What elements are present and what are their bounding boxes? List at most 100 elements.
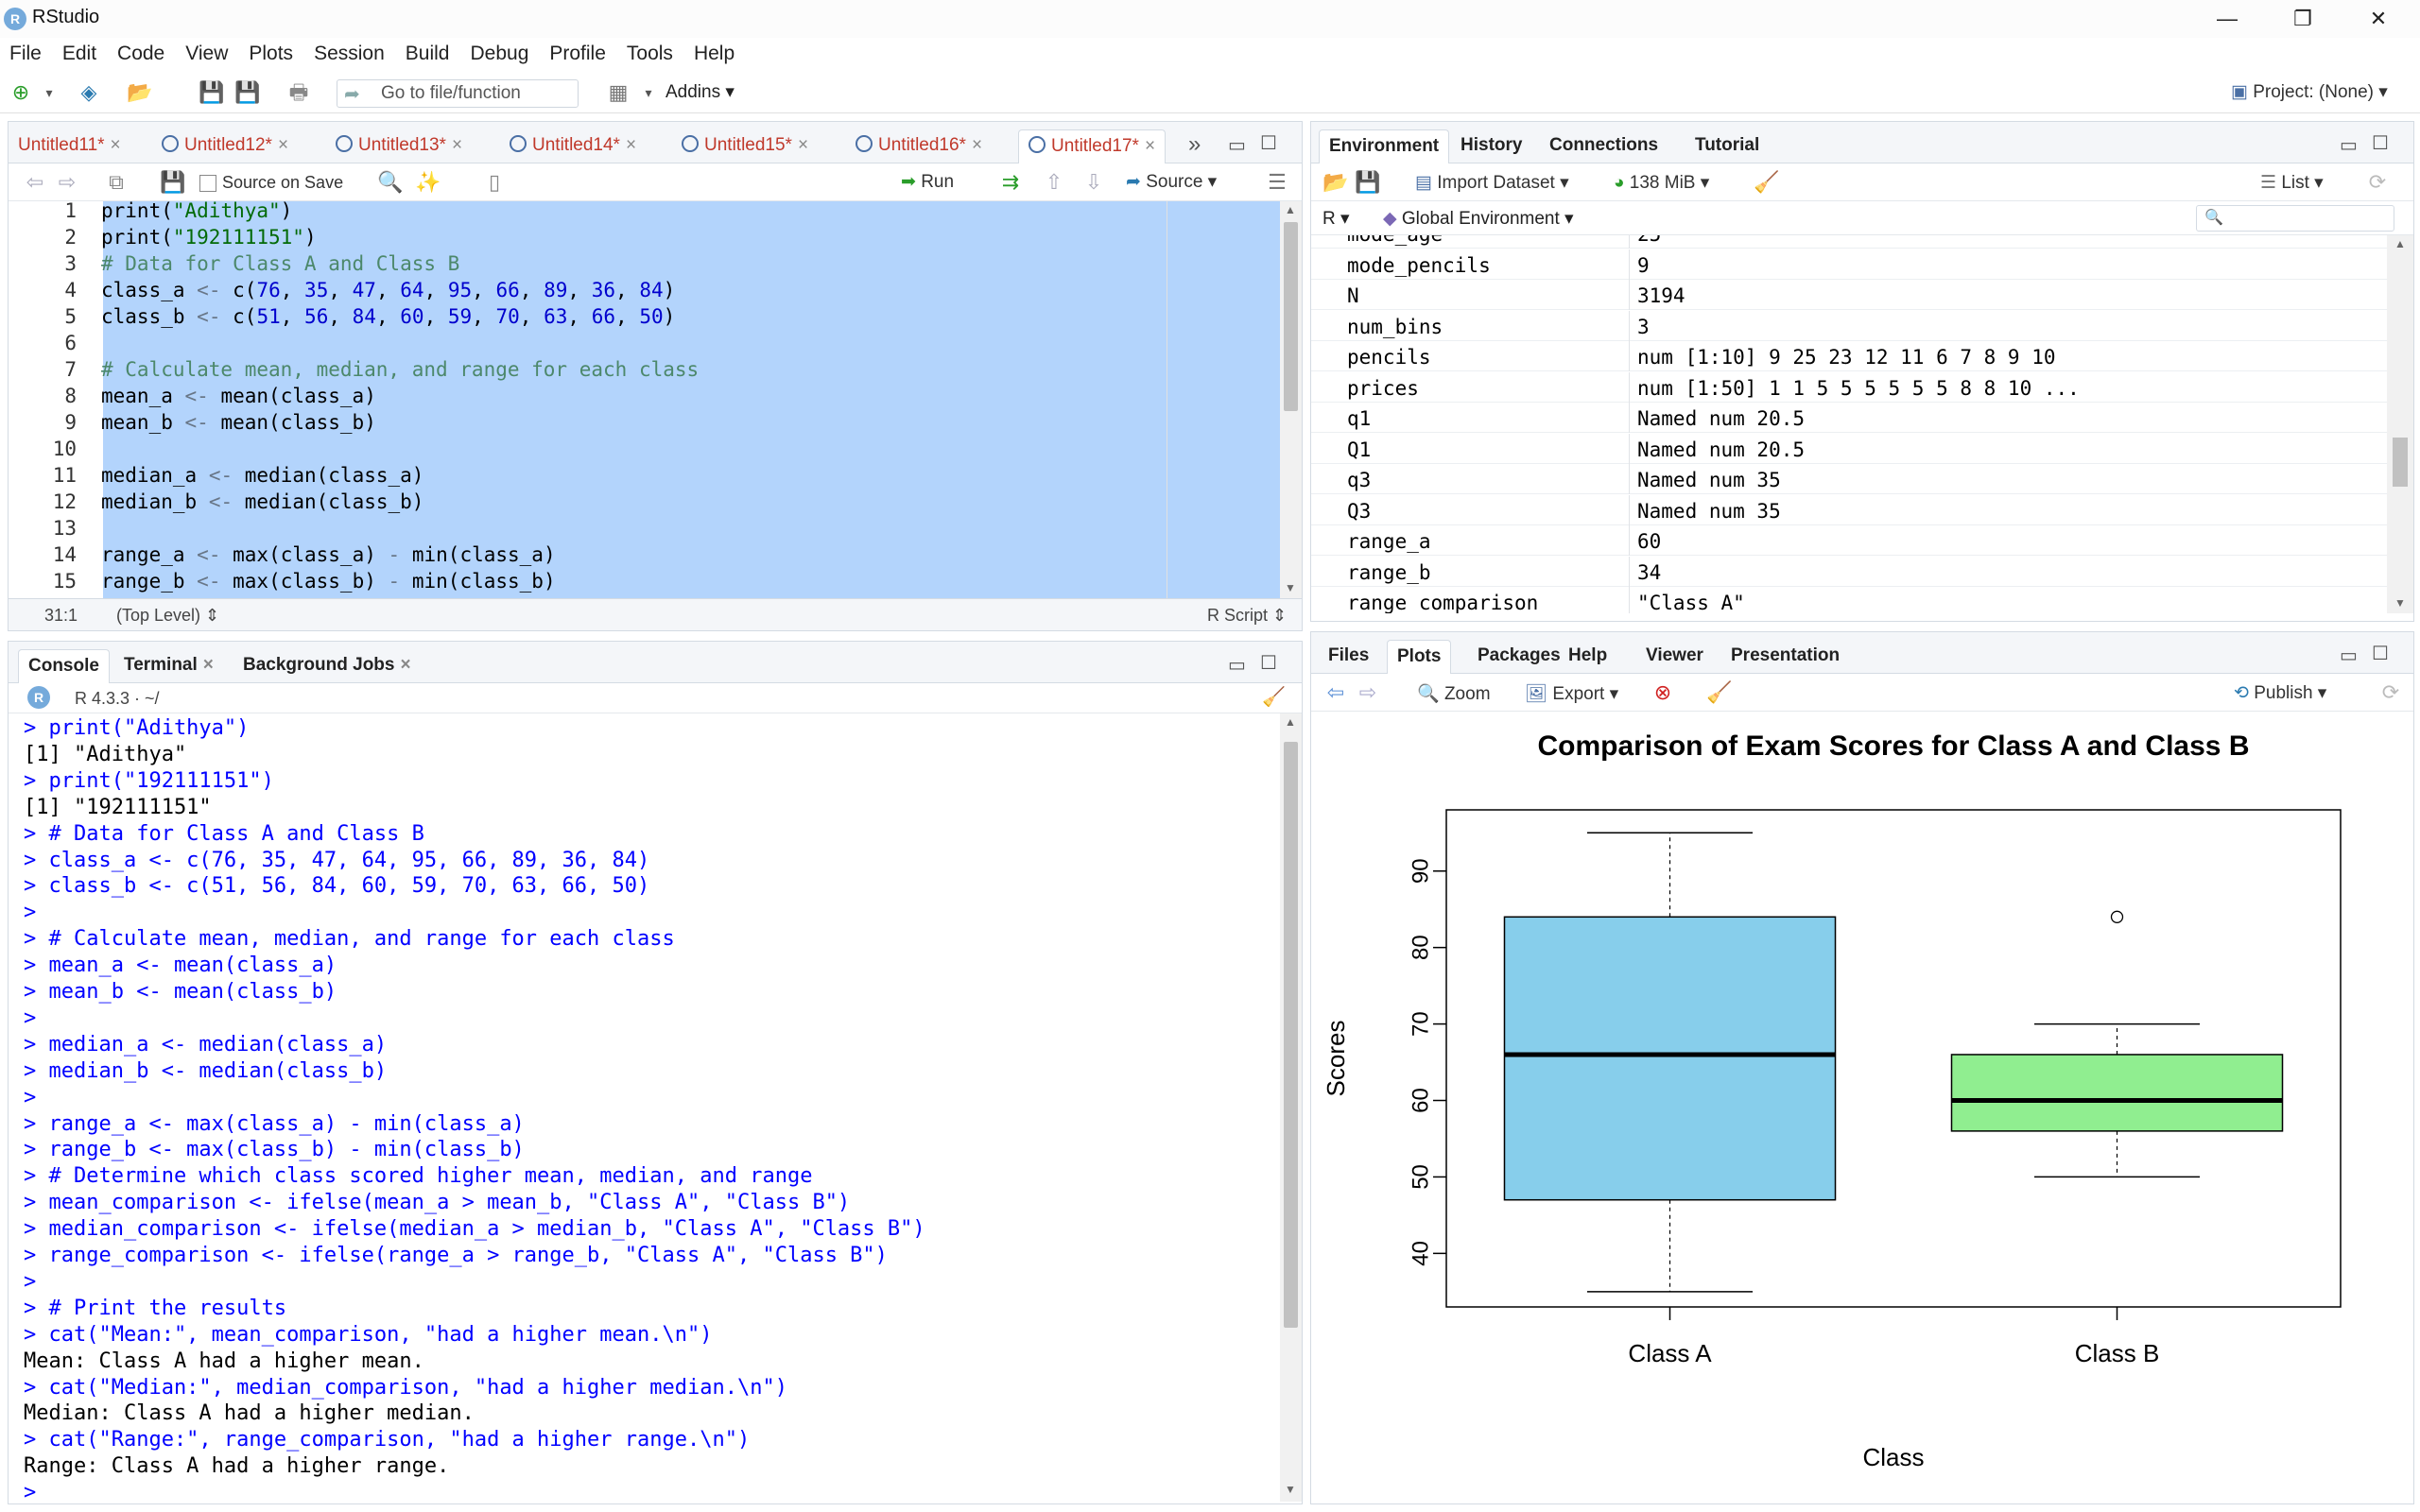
menu-view[interactable]: View <box>185 43 228 65</box>
previous-plot-icon[interactable]: ⇦ <box>1322 679 1349 706</box>
env-row[interactable]: mode_age 25 <box>1311 235 2387 249</box>
new-project-icon[interactable]: ◈ <box>76 79 102 106</box>
menu-profile[interactable]: Profile <box>549 43 606 65</box>
clear-plots-broom-icon[interactable]: 🧹 <box>1706 679 1733 706</box>
env-row[interactable]: pencils num [1:10] 9 25 23 12 11 6 7 8 9 … <box>1311 341 2387 371</box>
addins-menu[interactable]: Addins ▾ <box>666 81 735 103</box>
project-menu[interactable]: ▣ Project: (None) ▾ <box>2231 81 2388 103</box>
close-tab-icon[interactable]: × <box>278 135 288 155</box>
editor-tab-untitled16[interactable]: Untitled16* × <box>846 129 992 163</box>
minimize-window-button[interactable]: — <box>2189 0 2265 38</box>
show-in-window-icon[interactable]: ⧉ <box>103 169 130 196</box>
console-scroll-up-icon[interactable]: ▲ <box>1285 715 1296 729</box>
maximize-pane-icon[interactable]: ☐ <box>1260 131 1277 155</box>
clear-workspace-broom-icon[interactable]: 🧹 <box>1754 169 1780 196</box>
new-file-icon[interactable]: ⊕ <box>8 79 34 106</box>
publish-button[interactable]: ⟲ Publish ▾ <box>2234 682 2326 704</box>
plots-tab-files[interactable]: Files <box>1319 640 1378 674</box>
env-row[interactable]: num_bins 3 <box>1311 310 2387 341</box>
export-button[interactable]: 🖼 Export ▾ <box>1525 682 1618 705</box>
menu-plots[interactable]: Plots <box>249 43 293 65</box>
close-tab-icon[interactable]: × <box>400 655 410 675</box>
next-plot-icon[interactable]: ⇨ <box>1355 679 1381 706</box>
plots-tab-packages[interactable]: Packages <box>1468 640 1570 674</box>
menu-help[interactable]: Help <box>694 43 735 65</box>
editor-scroll-thumb[interactable] <box>1284 222 1298 411</box>
environment-search-input[interactable]: 🔍 <box>2196 205 2394 232</box>
console-output[interactable]: > print("Adithya") [1] "Adithya" > print("… <box>9 713 1280 1502</box>
env-row[interactable]: q1 Named num 20.5 <box>1311 403 2387 433</box>
env-scroll-up-icon[interactable]: ▲ <box>2394 237 2406 250</box>
goto-file-input[interactable]: Go to file/function <box>337 79 579 108</box>
maximize-env-icon[interactable]: ☐ <box>2372 131 2389 155</box>
memory-usage-button[interactable]: ◕ 138 MiB ▾ <box>1614 172 1709 194</box>
open-file-icon[interactable]: 📂 <box>127 79 153 106</box>
back-icon[interactable]: ⇦ <box>22 169 48 196</box>
close-tab-icon[interactable]: × <box>626 135 636 155</box>
env-tab-environment[interactable]: Environment <box>1319 129 1450 163</box>
editor-scrollbar[interactable]: ▲ ▼ <box>1280 201 1302 598</box>
go-to-next-section-icon[interactable]: ⇩ <box>1080 169 1107 196</box>
more-tabs-icon[interactable]: » <box>1188 131 1201 158</box>
new-file-dropdown-icon[interactable]: ▾ <box>36 79 62 106</box>
close-tab-icon[interactable]: × <box>203 655 214 675</box>
language-selector[interactable]: R ▾ <box>1322 208 1350 230</box>
pane-layout-icon[interactable]: ▦ <box>605 79 631 106</box>
menu-session[interactable]: Session <box>314 43 385 65</box>
document-outline-icon[interactable]: ☰ <box>1264 169 1290 196</box>
env-row[interactable]: N 3194 <box>1311 280 2387 310</box>
minimize-console-icon[interactable]: ▭ <box>1228 653 1246 677</box>
menu-code[interactable]: Code <box>117 43 164 65</box>
code-area[interactable]: 1 print("Adithya") 2 print("192111151") 3 # D… <box>9 201 1280 598</box>
close-tab-icon[interactable]: × <box>798 135 808 155</box>
print-icon[interactable]: 🖶 <box>285 79 312 106</box>
editor-tab-untitled17[interactable]: Untitled17* × <box>1018 129 1167 163</box>
plots-tab-viewer[interactable]: Viewer <box>1636 640 1713 674</box>
source-on-save-checkbox[interactable] <box>199 175 216 192</box>
find-replace-icon[interactable]: 🔍 <box>377 169 404 196</box>
editor-tab-untitled13[interactable]: Untitled13* × <box>326 129 472 163</box>
pane-layout-dropdown-icon[interactable]: ▾ <box>635 79 662 106</box>
env-row[interactable]: range_b 34 <box>1311 556 2387 587</box>
env-row[interactable]: Q3 Named num 35 <box>1311 494 2387 525</box>
env-row[interactable]: Q1 Named num 20.5 <box>1311 433 2387 464</box>
env-row[interactable]: prices num [1:50] 1 1 5 5 5 5 5 5 8 8 10 … <box>1311 371 2387 403</box>
env-row[interactable]: range_comparison "Class A" <box>1311 587 2387 613</box>
file-type-selector[interactable]: R Script ⇕ <box>1207 606 1287 626</box>
global-environment-selector[interactable]: ◆ Global Environment ▾ <box>1383 208 1574 230</box>
code-tools-wand-icon[interactable]: ✨ <box>415 169 441 196</box>
console-tab-background-jobs[interactable]: Background Jobs × <box>233 649 421 683</box>
plots-tab-plots[interactable]: Plots <box>1387 640 1452 674</box>
env-row[interactable]: range_a 60 <box>1311 525 2387 556</box>
console-scroll-thumb[interactable] <box>1284 742 1298 1328</box>
remove-plot-icon[interactable]: ⊗ <box>1650 679 1676 706</box>
zoom-button[interactable]: 🔍 Zoom <box>1417 682 1491 705</box>
source-button[interactable]: ➦ Source ▾ <box>1126 171 1217 193</box>
scope-selector[interactable]: (Top Level) ⇕ <box>116 606 219 626</box>
minimize-env-icon[interactable]: ▭ <box>2340 133 2358 157</box>
env-row[interactable]: mode_pencils 9 <box>1311 249 2387 280</box>
env-tab-history[interactable]: History <box>1451 129 1531 163</box>
forward-icon[interactable]: ⇨ <box>54 169 80 196</box>
console-tab-console[interactable]: Console <box>18 649 110 683</box>
editor-tab-untitled14[interactable]: Untitled14* × <box>500 129 646 163</box>
env-tab-tutorial[interactable]: Tutorial <box>1685 129 1769 163</box>
compile-report-icon[interactable]: ▯ <box>481 169 508 196</box>
rerun-icon[interactable]: ⇉ <box>997 169 1024 196</box>
close-tab-icon[interactable]: × <box>111 135 121 155</box>
close-tab-icon[interactable]: × <box>972 135 982 155</box>
minimize-plots-icon[interactable]: ▭ <box>2340 644 2358 667</box>
load-workspace-icon[interactable]: 📂 <box>1322 169 1349 196</box>
console-scrollbar[interactable]: ▲ ▼ <box>1280 713 1302 1502</box>
import-dataset-button[interactable]: ▤ Import Dataset ▾ <box>1415 172 1569 194</box>
maximize-console-icon[interactable]: ☐ <box>1260 651 1277 675</box>
run-button[interactable]: ➡ Run <box>901 171 954 193</box>
scroll-down-icon[interactable]: ▼ <box>1285 581 1296 594</box>
plots-tab-help[interactable]: Help <box>1559 640 1616 674</box>
env-tab-connections[interactable]: Connections <box>1540 129 1668 163</box>
env-row[interactable]: q3 Named num 35 <box>1311 464 2387 494</box>
editor-tab-untitled15[interactable]: Untitled15* × <box>672 129 818 163</box>
console-scroll-down-icon[interactable]: ▼ <box>1285 1483 1296 1496</box>
close-tab-icon[interactable]: × <box>452 135 462 155</box>
save-file-icon[interactable]: 💾 <box>160 169 186 196</box>
